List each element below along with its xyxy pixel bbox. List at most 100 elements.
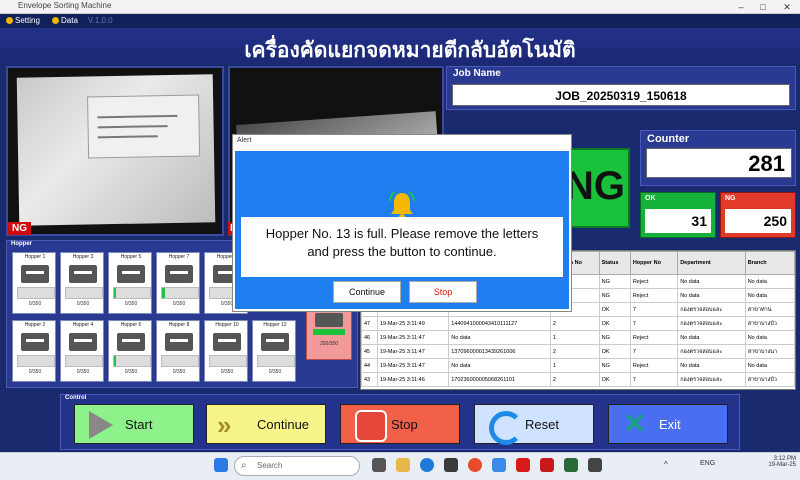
ng-value: 250	[725, 209, 791, 233]
table-cell: 1440941000043410111127	[448, 316, 551, 331]
search-placeholder: Search	[257, 461, 283, 470]
ok-label: OK	[645, 195, 656, 202]
table-cell: 7	[629, 344, 679, 359]
app-icon-2[interactable]	[564, 458, 578, 472]
clock[interactable]: 3:12 PM 19-Mar-25	[740, 456, 796, 476]
hopper-tile: Hopper 5 0/350	[108, 252, 152, 314]
ng-counter: NG 250	[720, 192, 796, 238]
hopper-count: 0/350	[124, 369, 138, 375]
edge-icon[interactable]	[420, 458, 434, 472]
minimize-icon[interactable]: –	[730, 0, 752, 14]
table-cell: กองตรวจสอบและ	[677, 316, 746, 331]
language-indicator[interactable]: ENG	[700, 460, 715, 467]
table-row[interactable]: 47 19-Mar-25 3:11:49 144094100004341011112…	[361, 316, 796, 331]
dialog-message: Hopper No. 13 is full. Please remove the…	[265, 226, 539, 259]
dialog-stop-button[interactable]: Stop	[409, 281, 477, 303]
table-cell: Reject	[629, 274, 679, 289]
hopper-tile: Hopper 10 0/350	[204, 320, 248, 382]
start-button[interactable]: Start	[74, 404, 194, 444]
store-icon[interactable]	[444, 458, 458, 472]
taskbar-search[interactable]: ⌕ Search	[234, 456, 360, 476]
start-label: Start	[125, 417, 153, 432]
dialog-continue-button[interactable]: Continue	[333, 281, 401, 303]
app-icon[interactable]	[492, 458, 506, 472]
table-cell: No data	[744, 274, 796, 289]
app-icon-3[interactable]	[588, 458, 602, 472]
stop-button[interactable]: Stop	[340, 404, 460, 444]
table-cell: 7	[629, 302, 679, 317]
hopper-count: 0/350	[172, 369, 186, 375]
column-header[interactable]: Department	[677, 251, 746, 275]
tray-icon	[69, 265, 97, 283]
hopper-tile: Hopper 8 0/350	[156, 320, 200, 382]
hopper-level-bar	[65, 287, 103, 299]
table-cell: 43	[361, 372, 378, 387]
table-cell: 2	[549, 372, 600, 387]
table-row[interactable]: 44 19-Mar-25 3:11:47 No data 1 NG Reject No da…	[361, 358, 796, 373]
table-row[interactable]: 43 19-Mar-25 3:11:46 170236000005068261101…	[361, 372, 796, 387]
hopper-level-bar	[17, 287, 55, 299]
file-explorer-icon[interactable]	[396, 458, 410, 472]
table-row[interactable]: 46 19-Mar-25 3:11:47 No data 1 NG Reject No da…	[361, 330, 796, 345]
hopper-tile: Hopper 12 0/350	[252, 320, 296, 382]
tray-icon	[117, 333, 145, 351]
double-chevron-icon: »	[217, 410, 232, 440]
table-cell: OK	[598, 344, 631, 359]
hopper-name: Hopper 3	[72, 254, 94, 260]
hopper-name: Hopper 4	[72, 322, 94, 328]
table-cell: 19-Mar-25 3:11:46	[376, 372, 450, 387]
hopper-name: Hopper 8	[168, 322, 190, 328]
exit-label: Exit	[659, 417, 681, 432]
task-view-icon[interactable]	[372, 458, 386, 472]
menu-data[interactable]: Data	[52, 16, 78, 25]
tray-icon	[165, 333, 193, 351]
table-cell: 45	[361, 344, 378, 359]
hopper-count: 0/350	[76, 369, 90, 375]
continue-button[interactable]: » Continue	[206, 404, 326, 444]
stop-label: Stop	[391, 417, 418, 432]
ng-label: NG	[725, 195, 736, 202]
tray-icon	[21, 265, 49, 283]
tray-icon	[315, 313, 343, 327]
app-header: เครื่องคัดแยกจดหมายตีกลับอัตโนมัติ	[0, 28, 800, 64]
hopper-name: Hopper 2	[24, 322, 46, 328]
dialog-body: Hopper No. 13 is full. Please remove the…	[235, 151, 569, 309]
hopper-level-bar	[257, 355, 295, 367]
menu-setting[interactable]: Setting	[6, 16, 40, 25]
menu-bar: Setting Data V.1.0.0	[0, 14, 800, 28]
maximize-icon[interactable]: □	[752, 0, 774, 14]
reset-button[interactable]: Reset	[474, 404, 594, 445]
hopper-level-bar	[161, 355, 199, 367]
column-header[interactable]: Hopper No	[629, 251, 679, 275]
exit-icon: ✕	[623, 408, 647, 439]
hopper-level-bar	[209, 355, 247, 367]
version-label: V.1.0.0	[88, 16, 113, 25]
start-menu-icon[interactable]	[214, 458, 228, 472]
youtube-icon[interactable]	[516, 458, 530, 472]
chrome-icon[interactable]	[468, 458, 482, 472]
table-cell: Reject	[629, 330, 679, 345]
tray-icon	[69, 333, 97, 351]
play-icon	[89, 411, 113, 439]
counter-label: Counter	[647, 133, 690, 145]
exit-button[interactable]: ✕ Exit	[608, 404, 728, 444]
hopper-level-bar	[113, 287, 151, 299]
table-row[interactable]: 45 19-Mar-25 3:11:47 137096000013439261006…	[361, 344, 796, 359]
tray-chevron-icon[interactable]: ^	[664, 460, 668, 469]
table-cell: สาขาบางบัว	[744, 372, 796, 387]
hopper-tile: Hopper 3 0/350	[60, 252, 104, 314]
camera-1-ng-tag: NG	[8, 222, 31, 235]
table-cell: OK	[598, 302, 631, 317]
close-icon[interactable]: ✕	[776, 0, 798, 14]
table-cell: OK	[598, 316, 631, 331]
pdf-icon[interactable]	[540, 458, 554, 472]
column-header[interactable]: Status	[598, 251, 631, 275]
hopper-tile: Hopper 6 0/350	[108, 320, 152, 382]
column-header[interactable]: Branch	[744, 251, 796, 275]
hopper-count: 0/350	[76, 301, 90, 307]
hopper-level-bar	[161, 287, 199, 299]
table-cell: OK	[598, 372, 631, 387]
hopper-level-fill	[162, 288, 165, 298]
window-titlebar: Envelope Sorting Machine – □ ✕	[0, 0, 800, 14]
hopper-level-bar	[17, 355, 55, 367]
